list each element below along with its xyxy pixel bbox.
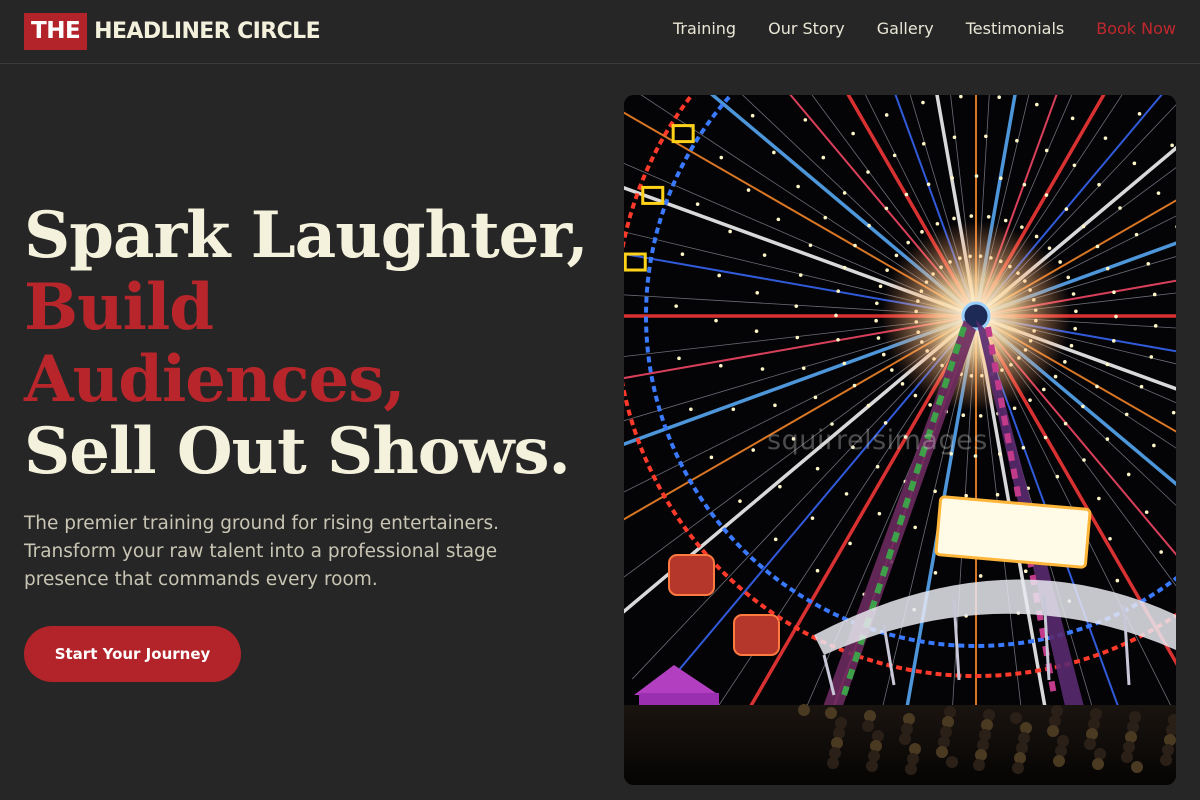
hero-title: Spark Laughter, Build Audiences, Sell Ou…	[24, 200, 604, 488]
nav-testimonials[interactable]: Testimonials	[966, 18, 1065, 40]
nav-training[interactable]: Training	[673, 18, 736, 40]
hero-title-line-2: Build	[24, 270, 214, 345]
logo-badge: THE	[24, 13, 88, 50]
image-watermark: squirrelsimages	[767, 425, 988, 456]
site-logo[interactable]: THE HEADLINER CIRCLE	[24, 13, 321, 50]
main-nav: Training Our Story Gallery Testimonials …	[673, 18, 1176, 40]
hero-title-line-4: Sell Out Shows.	[24, 414, 571, 489]
nav-book-now[interactable]: Book Now	[1096, 18, 1176, 40]
logo-text: HEADLINER CIRCLE	[94, 19, 320, 44]
site-header: THE HEADLINER CIRCLE Training Our Story …	[0, 0, 1200, 64]
nav-our-story[interactable]: Our Story	[768, 18, 845, 40]
hero-subtitle: The premier training ground for rising e…	[24, 513, 500, 590]
hero-title-line-3: Audiences,	[24, 342, 406, 417]
start-journey-button[interactable]: Start Your Journey	[24, 626, 241, 682]
hero-image-ferris-wheel: squirrelsimages	[624, 95, 1176, 785]
nav-gallery[interactable]: Gallery	[877, 18, 934, 40]
hero-title-line-1: Spark Laughter,	[24, 198, 589, 273]
